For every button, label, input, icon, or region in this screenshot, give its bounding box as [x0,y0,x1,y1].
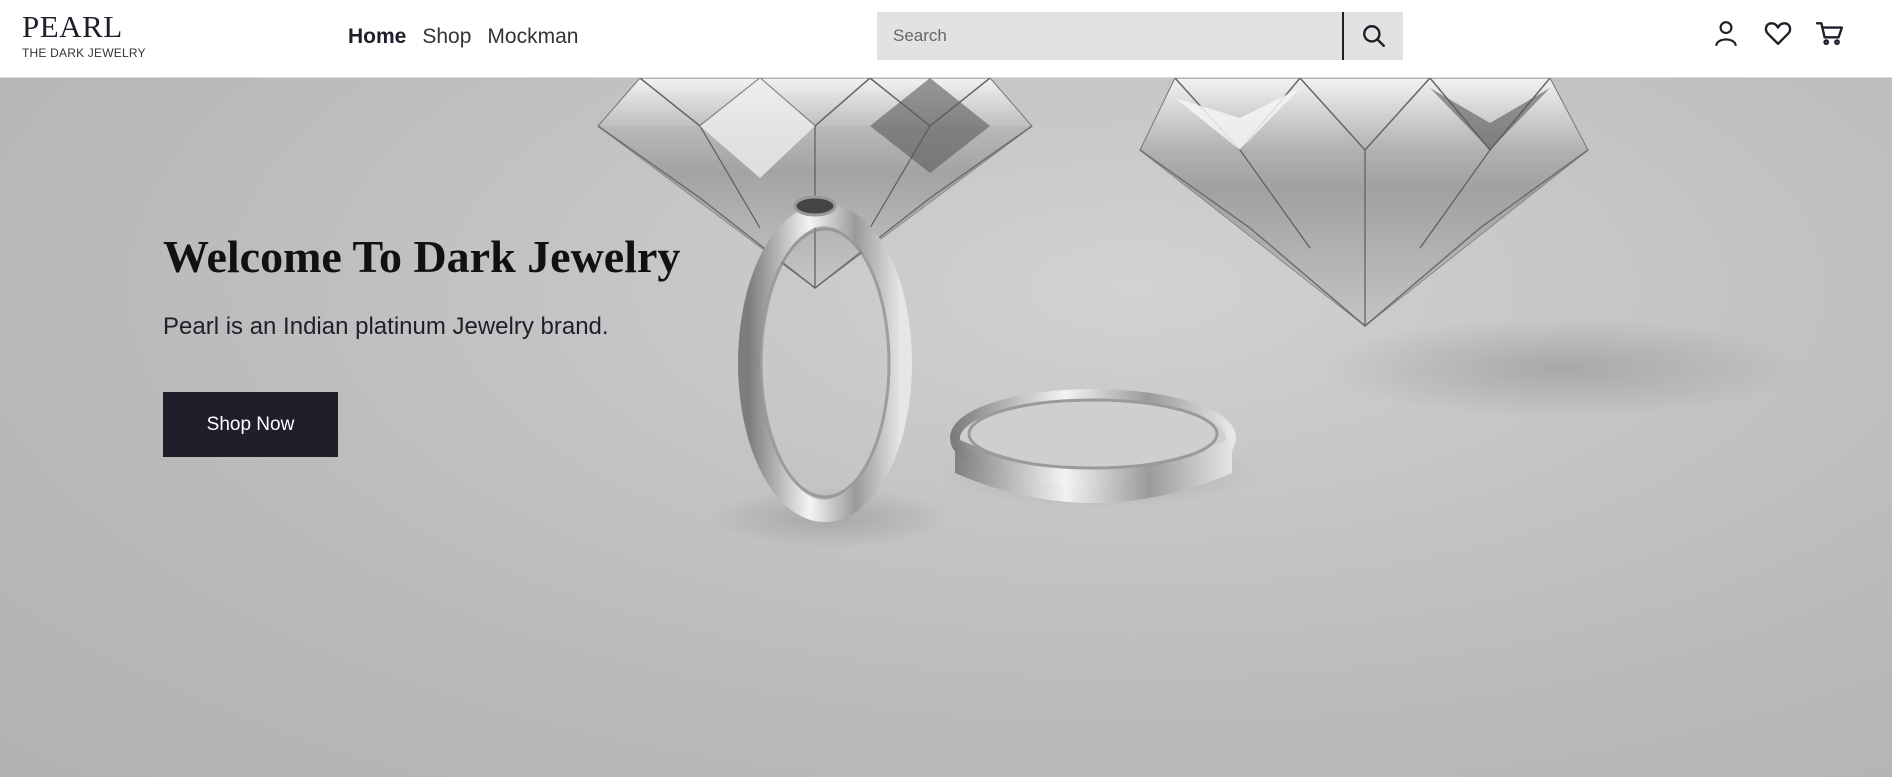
account-button[interactable] [1711,18,1741,48]
search-input[interactable] [877,12,1342,60]
search-icon [1362,25,1385,47]
user-icon [1715,21,1737,47]
ring-lying [950,389,1236,503]
search-button[interactable] [1344,12,1403,60]
cart-icon [1816,22,1844,46]
logo-title: PEARL [22,9,123,44]
nav-mockman[interactable]: Mockman [487,24,578,50]
logo[interactable]: PEARL THE DARK JEWELRY [22,11,146,60]
heart-icon [1764,22,1792,45]
nav-home[interactable]: Home [348,24,406,50]
logo-subtitle: THE DARK JEWELRY [22,46,146,60]
nav-shop[interactable]: Shop [422,24,471,50]
search-bar [877,12,1403,60]
wishlist-button[interactable] [1763,18,1793,48]
header-actions [1711,18,1845,48]
diamond-right [1139,78,1589,327]
hero-title: Welcome To Dark Jewelry [163,231,681,282]
shop-now-button[interactable]: Shop Now [163,392,338,457]
main-nav: Home Shop Mockman [348,24,578,50]
hero-banner: Welcome To Dark Jewelry Pearl is an Indi… [0,78,1892,777]
site-header: PEARL THE DARK JEWELRY Home Shop Mockman [0,0,1892,78]
cart-button[interactable] [1815,18,1845,48]
hero-subtitle: Pearl is an Indian platinum Jewelry bran… [163,313,609,340]
